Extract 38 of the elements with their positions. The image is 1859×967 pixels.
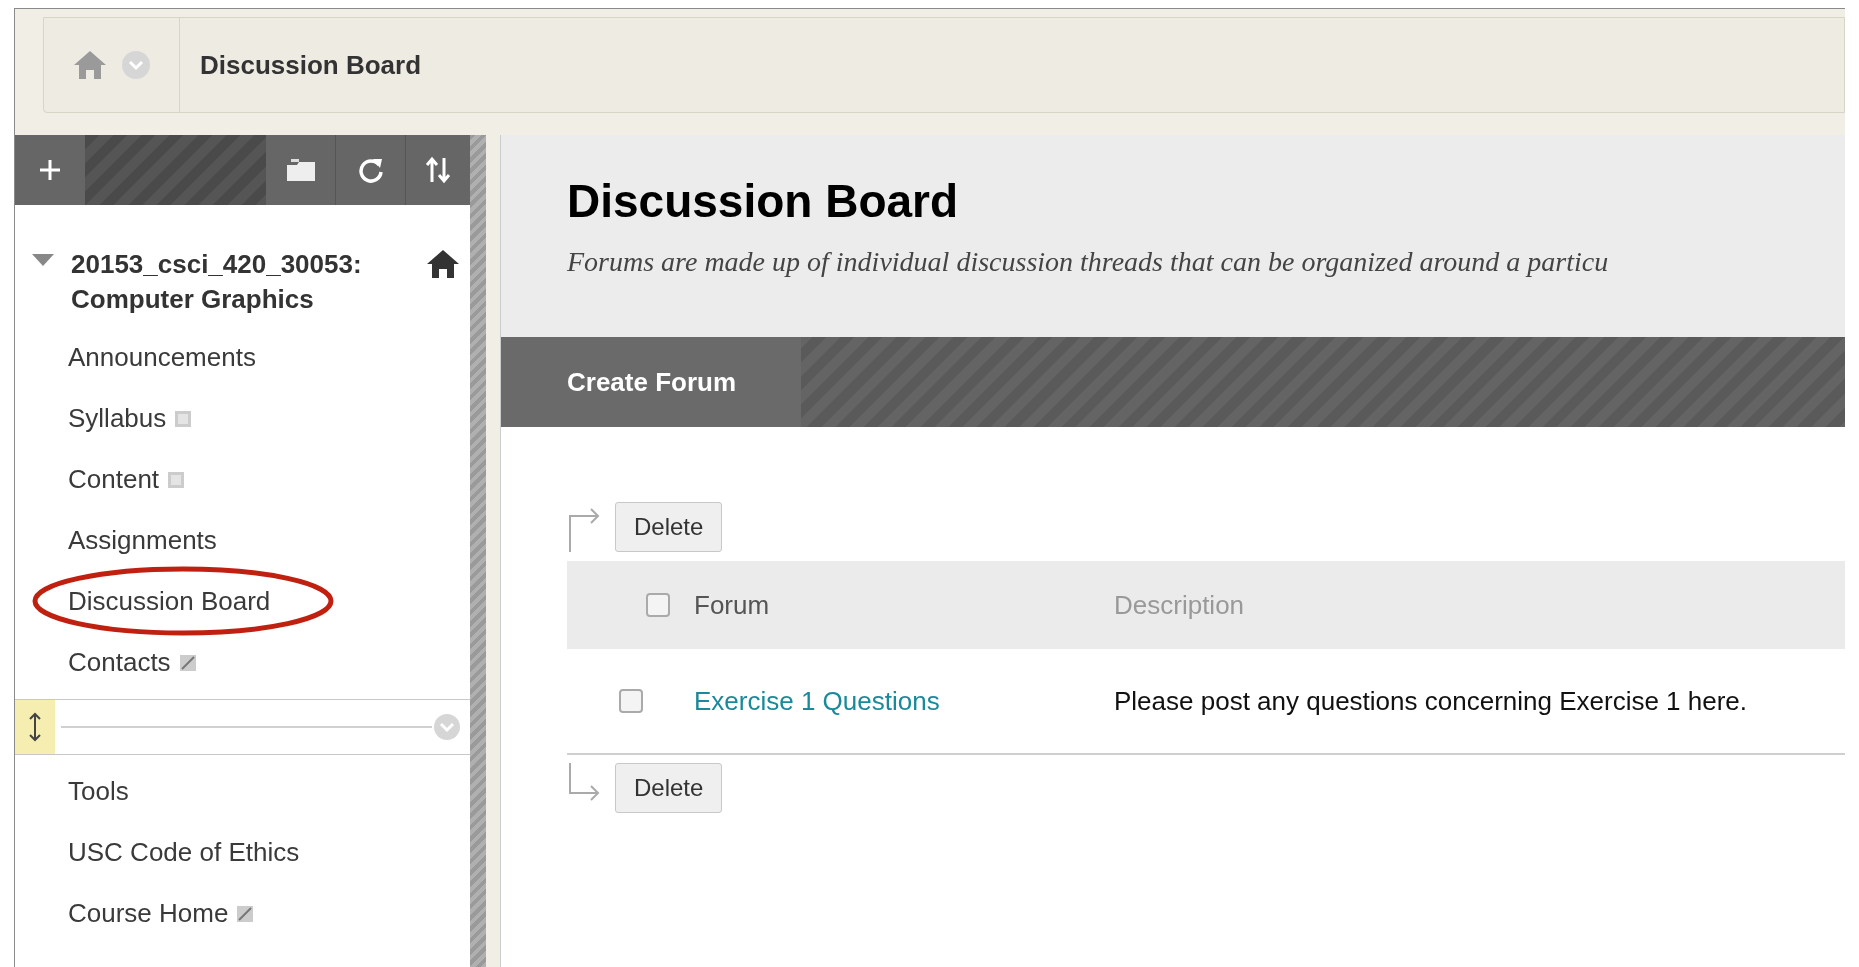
page-title: Discussion Board xyxy=(567,174,960,229)
course-menu-link[interactable]: Tools xyxy=(68,772,129,811)
external-link-icon xyxy=(236,904,255,923)
course-menu-link[interactable]: Course Home xyxy=(68,894,229,933)
module-page-icon xyxy=(174,409,193,428)
checkbox[interactable] xyxy=(619,689,643,713)
reorder-button[interactable] xyxy=(406,135,470,205)
table-cell-text: Please post any questions concerning Exercise 1 here. xyxy=(1114,684,1748,718)
sort-arrows-icon xyxy=(424,156,452,184)
plus-icon xyxy=(39,159,61,181)
resize-handle[interactable] xyxy=(15,700,55,754)
delete-button[interactable]: Delete xyxy=(615,763,723,813)
breadcrumb-current: Discussion Board xyxy=(200,48,422,82)
home-icon[interactable] xyxy=(426,249,460,279)
external-link-icon xyxy=(178,653,197,672)
vertical-resize-icon xyxy=(29,712,41,742)
forum-link[interactable]: Exercise 1 Questions xyxy=(694,681,1114,721)
chevron-down-icon[interactable] xyxy=(120,50,151,80)
module-page-icon xyxy=(167,470,186,489)
delete-button[interactable]: Delete xyxy=(615,502,723,552)
course-menu-link[interactable]: Announcements xyxy=(68,338,256,377)
refresh-button[interactable] xyxy=(336,135,406,205)
column-header[interactable]: Forum xyxy=(694,585,1114,625)
course-title[interactable]: 20153_csci_420_30053: Computer Graphics xyxy=(71,247,371,317)
refresh-icon xyxy=(356,156,385,184)
course-menu-link[interactable]: Assignments xyxy=(68,521,217,560)
chevron-down-icon[interactable] xyxy=(432,712,462,742)
checkbox[interactable] xyxy=(646,593,670,617)
folder-icon xyxy=(284,157,317,183)
create-forum-button[interactable]: Create Forum xyxy=(501,337,801,427)
collapse-caret-icon[interactable] xyxy=(31,253,55,267)
page-description: Forums are made up of individual discussion threads that can be organized around a particu xyxy=(567,245,1610,279)
folder-button[interactable] xyxy=(266,135,336,205)
course-menu-link[interactable]: Contacts xyxy=(68,643,171,682)
course-menu-link[interactable]: Content xyxy=(68,460,160,499)
course-menu-link[interactable]: USC Code of Ethics xyxy=(68,833,300,872)
add-menu-item-button[interactable] xyxy=(15,135,85,205)
course-menu-link[interactable]: Syllabus xyxy=(68,399,167,438)
